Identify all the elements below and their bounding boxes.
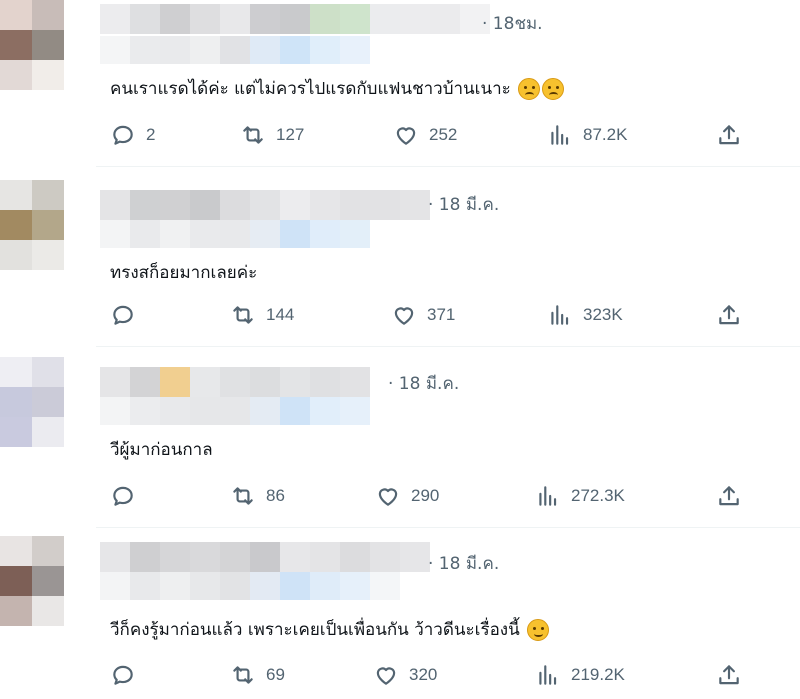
like-count: 290: [411, 486, 440, 505]
retweet-button[interactable]: 69: [230, 660, 285, 690]
reply-button[interactable]: [110, 481, 146, 511]
views-button[interactable]: 323K: [547, 300, 623, 330]
author-handle-blurred[interactable]: [100, 397, 370, 425]
author-name-blurred[interactable]: [100, 542, 430, 572]
views-count: 272.3K: [571, 486, 625, 505]
tweet-item[interactable]: · 18 มี.ค. วีผู้มาก่อนกาล 86 290 272.3K: [0, 357, 800, 537]
like-count: 252: [429, 125, 458, 144]
share-button[interactable]: [716, 120, 742, 150]
smirking-face-emoji-icon: [527, 619, 550, 641]
retweet-button[interactable]: 86: [230, 481, 285, 511]
retweet-count: 127: [276, 125, 305, 144]
like-button[interactable]: 290: [375, 481, 439, 511]
reply-button[interactable]: [110, 300, 146, 330]
analytics-bars-icon: [551, 305, 569, 325]
tweet-divider: [96, 346, 800, 347]
retweet-button[interactable]: 144: [230, 300, 294, 330]
like-button[interactable]: 252: [393, 120, 457, 150]
reply-count: 2: [146, 125, 156, 144]
reply-bubble-icon: [113, 125, 133, 145]
author-handle-blurred[interactable]: [100, 36, 370, 64]
views-count: 87.2K: [583, 125, 628, 144]
reply-button[interactable]: 2: [110, 120, 155, 150]
heart-icon: [396, 127, 416, 145]
tweet-timestamp[interactable]: · 18ชม.: [482, 10, 543, 37]
tweet-text: วีผู้มาก่อนกาล: [110, 436, 213, 463]
heart-icon: [376, 667, 396, 685]
views-button[interactable]: 219.2K: [535, 660, 625, 690]
tweet-timestamp[interactable]: · 18 มี.ค.: [388, 370, 459, 397]
avatar[interactable]: [0, 0, 96, 90]
retweet-count: 86: [266, 486, 285, 505]
views-count: 323K: [583, 305, 623, 324]
tweet-item[interactable]: · 18ชม. คนเราแรดได้ค่ะ แต่ไม่ควรไปแรดกับ…: [0, 0, 800, 180]
frowning-face-emoji-icon: [542, 78, 565, 100]
author-name-blurred[interactable]: [100, 367, 370, 397]
tweet-item[interactable]: · 18 มี.ค. วีก็คงรู้มาก่อนแล้ว เพราะเคยเ…: [0, 536, 800, 699]
heart-icon: [378, 488, 398, 506]
share-button[interactable]: [716, 481, 742, 511]
reply-bubble-icon: [113, 305, 133, 325]
author-name-blurred[interactable]: [100, 4, 490, 34]
heart-icon: [394, 307, 414, 325]
avatar[interactable]: [0, 536, 96, 626]
like-count: 371: [427, 305, 456, 324]
reply-bubble-icon: [113, 486, 133, 506]
tweet-text: วีก็คงรู้มาก่อนแล้ว เพราะเคยเป็นเพื่อนกั…: [110, 616, 550, 643]
tweet-actions: 144 371 323K: [110, 300, 750, 330]
reply-bubble-icon: [113, 665, 133, 685]
share-button[interactable]: [716, 300, 742, 330]
retweet-count: 144: [266, 305, 295, 324]
tweet-text-content: คนเราแรดได้ค่ะ แต่ไม่ควรไปแรดกับแฟนชาวบ้…: [110, 79, 511, 99]
tweet-actions: 2 127 252 87.2K: [110, 120, 750, 150]
share-upload-icon: [719, 125, 739, 145]
retweet-arrows-icon: [233, 306, 253, 324]
author-handle-blurred[interactable]: [100, 220, 370, 248]
like-button[interactable]: 320: [373, 660, 437, 690]
tweet-timestamp[interactable]: · 18 มี.ค.: [428, 550, 499, 577]
tweet-text: ทรงสก็อยมากเลยค่ะ: [110, 259, 257, 286]
author-handle-blurred[interactable]: [100, 572, 400, 600]
tweet-divider: [96, 166, 800, 167]
tweet-text-content: วีก็คงรู้มาก่อนแล้ว เพราะเคยเป็นเพื่อนกั…: [110, 620, 520, 640]
share-upload-icon: [719, 665, 739, 685]
avatar[interactable]: [0, 357, 96, 447]
retweet-count: 69: [266, 665, 285, 684]
avatar[interactable]: [0, 180, 96, 270]
author-name-blurred[interactable]: [100, 190, 430, 220]
tweet-divider: [96, 527, 800, 528]
retweet-button[interactable]: 127: [240, 120, 304, 150]
analytics-bars-icon: [551, 125, 569, 145]
retweet-arrows-icon: [233, 666, 253, 684]
views-count: 219.2K: [571, 665, 625, 684]
analytics-bars-icon: [539, 486, 557, 506]
views-button[interactable]: 87.2K: [547, 120, 627, 150]
frowning-face-emoji-icon: [518, 78, 541, 100]
share-upload-icon: [719, 305, 739, 325]
views-button[interactable]: 272.3K: [535, 481, 625, 511]
analytics-bars-icon: [539, 665, 557, 685]
share-upload-icon: [719, 486, 739, 506]
tweet-item[interactable]: · 18 มี.ค. ทรงสก็อยมากเลยค่ะ 144 371 323…: [0, 180, 800, 360]
tweet-actions: 86 290 272.3K: [110, 481, 750, 511]
reply-button[interactable]: [110, 660, 146, 690]
tweet-text-content: ทรงสก็อยมากเลยค่ะ: [110, 263, 258, 283]
tweet-text-content: วีผู้มาก่อนกาล: [110, 440, 213, 460]
retweet-arrows-icon: [243, 126, 263, 144]
like-count: 320: [409, 665, 438, 684]
like-button[interactable]: 371: [391, 300, 455, 330]
tweet-text: คนเราแรดได้ค่ะ แต่ไม่ควรไปแรดกับแฟนชาวบ้…: [110, 75, 565, 102]
share-button[interactable]: [716, 660, 742, 690]
retweet-arrows-icon: [233, 487, 253, 505]
tweet-timestamp[interactable]: · 18 มี.ค.: [428, 191, 499, 218]
tweet-actions: 69 320 219.2K: [110, 660, 750, 690]
